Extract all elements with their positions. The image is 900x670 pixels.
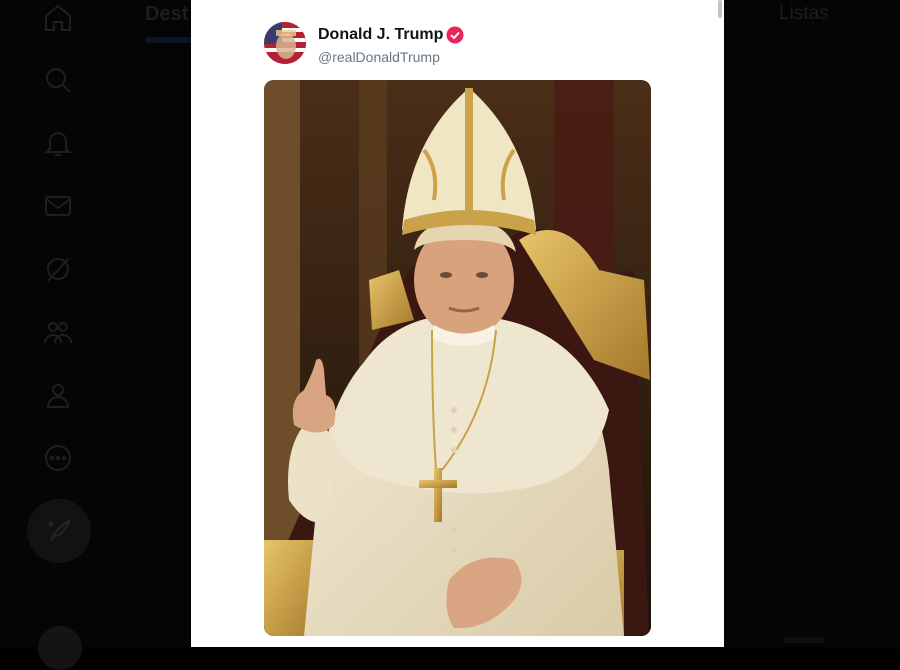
- scrollbar[interactable]: [718, 0, 722, 18]
- author-name[interactable]: Donald J. Trump: [318, 26, 443, 44]
- compose-button[interactable]: [27, 499, 91, 563]
- grok-icon[interactable]: [42, 253, 74, 285]
- more-icon[interactable]: [42, 442, 74, 474]
- communities-icon[interactable]: [42, 316, 74, 348]
- background-fragment: [784, 637, 824, 643]
- bell-icon[interactable]: [42, 127, 74, 159]
- sidebar-nav: [0, 0, 115, 670]
- account-avatar[interactable]: [38, 626, 82, 670]
- post-image[interactable]: [264, 80, 651, 636]
- profile-icon[interactable]: [42, 379, 74, 411]
- mail-icon[interactable]: [42, 190, 74, 222]
- author-avatar[interactable]: [264, 22, 306, 64]
- home-icon[interactable]: [42, 2, 74, 34]
- lists-header: Listas: [779, 3, 829, 24]
- feather-icon: [48, 519, 71, 542]
- header-title: Dest: [145, 3, 189, 25]
- post-card: Donald J. Trump @realDonaldTrump: [191, 0, 724, 647]
- search-icon[interactable]: [42, 64, 74, 96]
- author-handle[interactable]: @realDonaldTrump: [318, 49, 440, 65]
- verified-badge-icon: [446, 26, 464, 44]
